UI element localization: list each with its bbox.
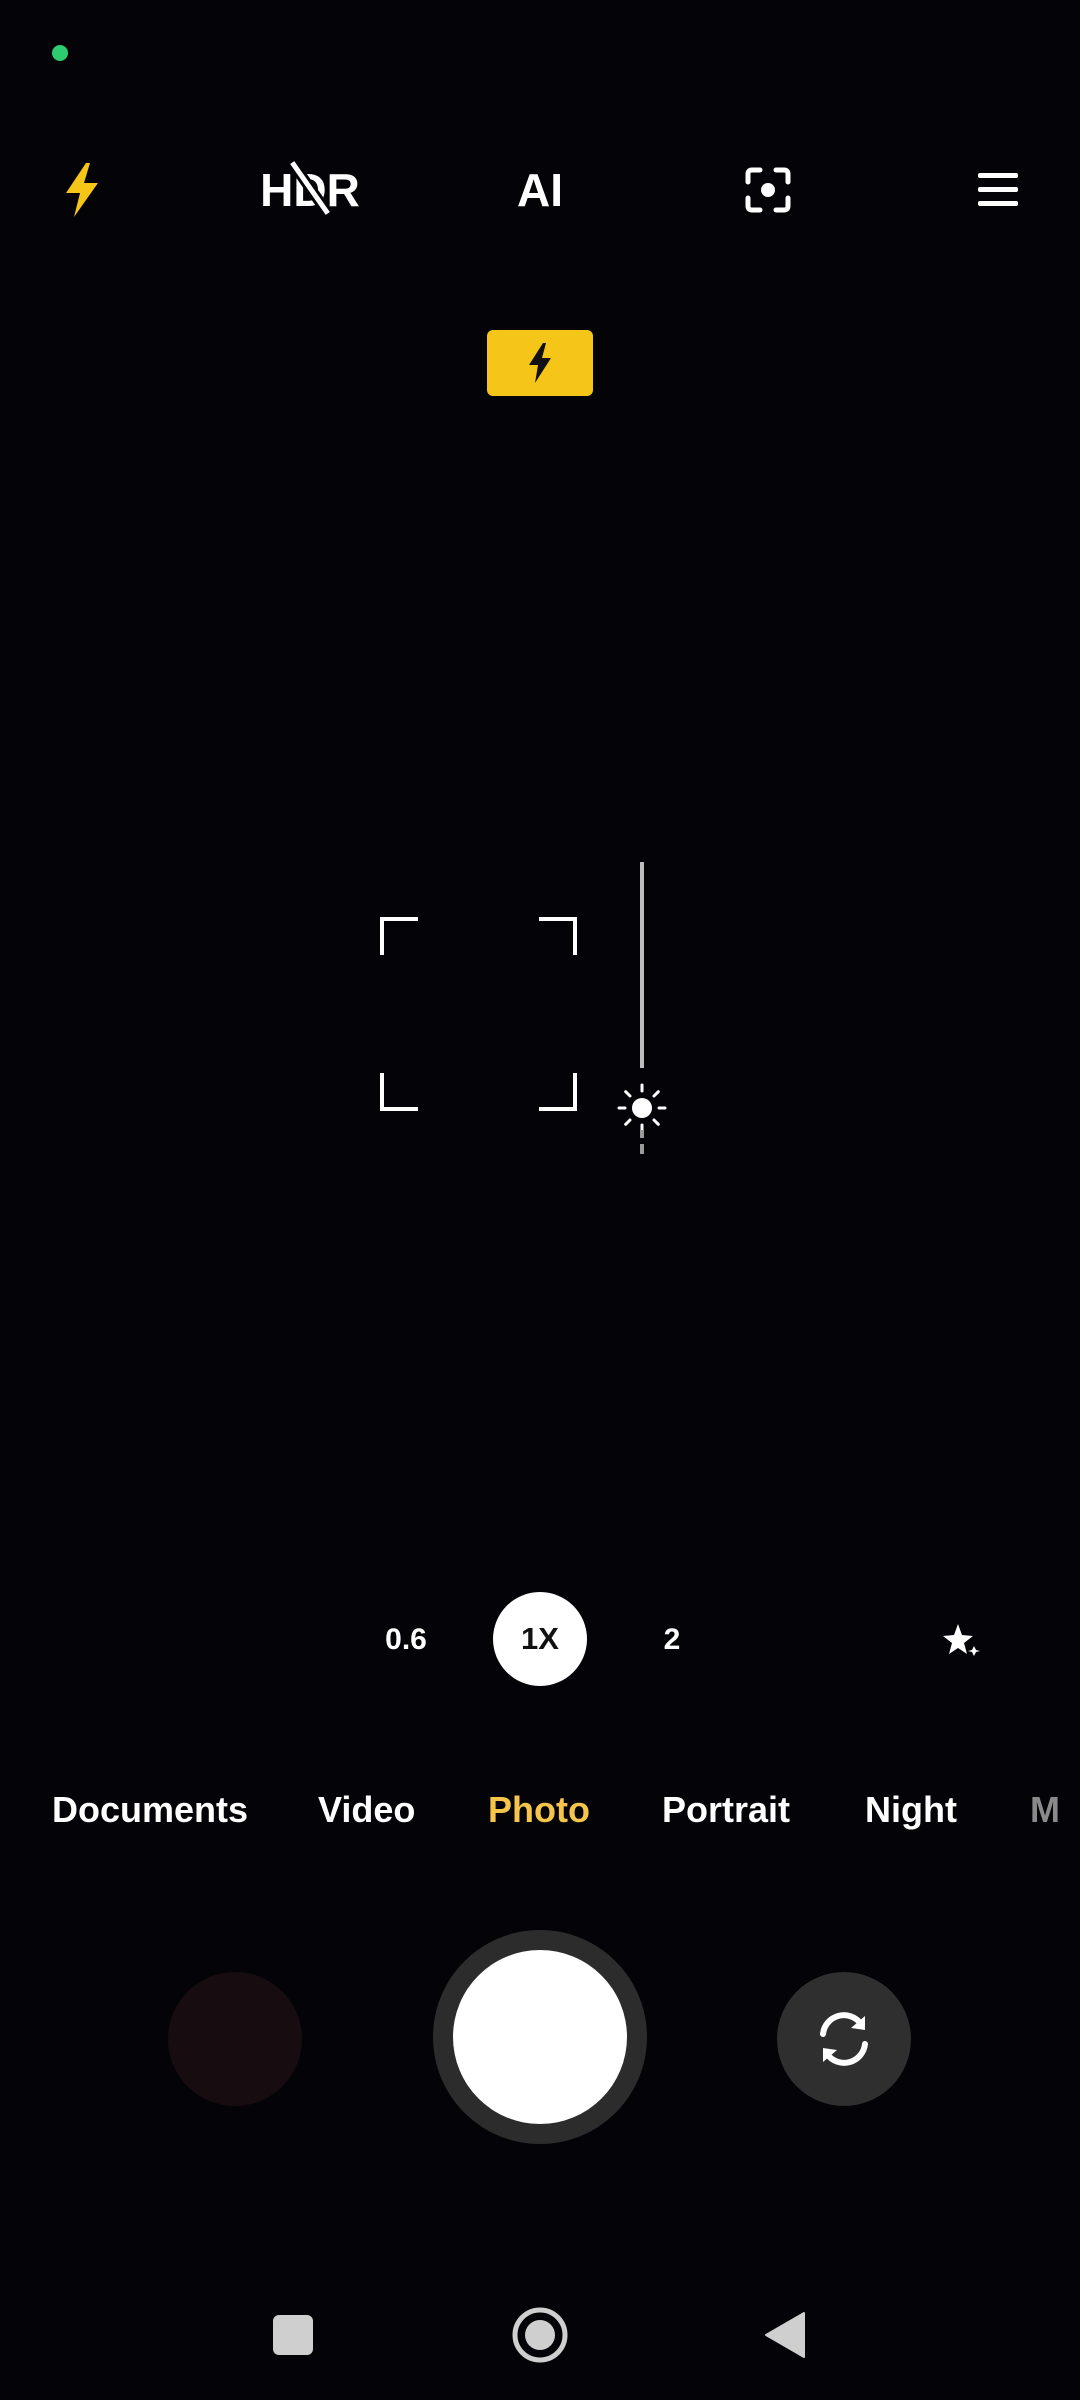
menu-icon [978,173,1018,206]
home-button[interactable] [495,2290,585,2380]
ai-label: AI [517,164,563,216]
zoom-option-2[interactable]: 2 [632,1592,712,1688]
zoom-selector: 0.6 1X 2 [0,1592,1080,1688]
shutter-button[interactable] [433,1930,647,2144]
zoom-option-1x[interactable]: 1X [493,1592,587,1686]
switch-camera-button[interactable] [777,1972,911,2106]
system-nav-bar [0,2290,1080,2380]
mode-night[interactable]: Night [865,1775,957,1845]
sun-icon[interactable] [616,1082,668,1134]
exposure-slider[interactable] [612,862,672,1172]
flash-button[interactable] [27,140,137,240]
google-lens-icon [745,167,791,213]
beauty-effects-button[interactable] [920,1592,1000,1688]
recents-button[interactable] [248,2290,338,2380]
shutter-inner [453,1950,627,2124]
exposure-track [640,862,644,1068]
back-button[interactable] [740,2290,830,2380]
hdr-off-icon: HDR [260,161,360,217]
menu-button[interactable] [943,140,1053,240]
exposure-track-lower-2 [640,1144,644,1154]
gallery-thumbnail[interactable] [168,1972,302,2106]
camera-screen: HDR AI [0,0,1080,2400]
google-lens-button[interactable] [713,140,823,240]
switch-camera-icon [820,2012,868,2066]
mode-more[interactable]: M [1030,1775,1060,1845]
mode-portrait[interactable]: Portrait [662,1775,790,1845]
privacy-indicator-dot [52,45,68,61]
flash-icon [66,163,98,217]
mode-photo[interactable]: Photo [488,1775,590,1845]
mode-selector: Documents Video Photo Portrait Night M [0,1775,1080,1845]
mode-documents[interactable]: Documents [52,1775,248,1845]
flash-on-indicator[interactable] [487,330,593,396]
flash-on-icon [529,343,551,383]
hdr-button[interactable]: HDR [255,140,365,240]
back-triangle-icon [765,2312,805,2358]
recents-square-icon [273,2315,313,2355]
mode-video[interactable]: Video [318,1775,415,1845]
zoom-option-0-6[interactable]: 0.6 [366,1592,446,1688]
beauty-sparkle-icon [943,1624,980,1656]
ai-button[interactable]: AI [485,140,595,240]
focus-frame [380,917,577,1111]
top-toolbar: HDR AI [0,140,1080,240]
home-circle-icon [512,2307,568,2363]
exposure-track-lower [640,1130,644,1138]
